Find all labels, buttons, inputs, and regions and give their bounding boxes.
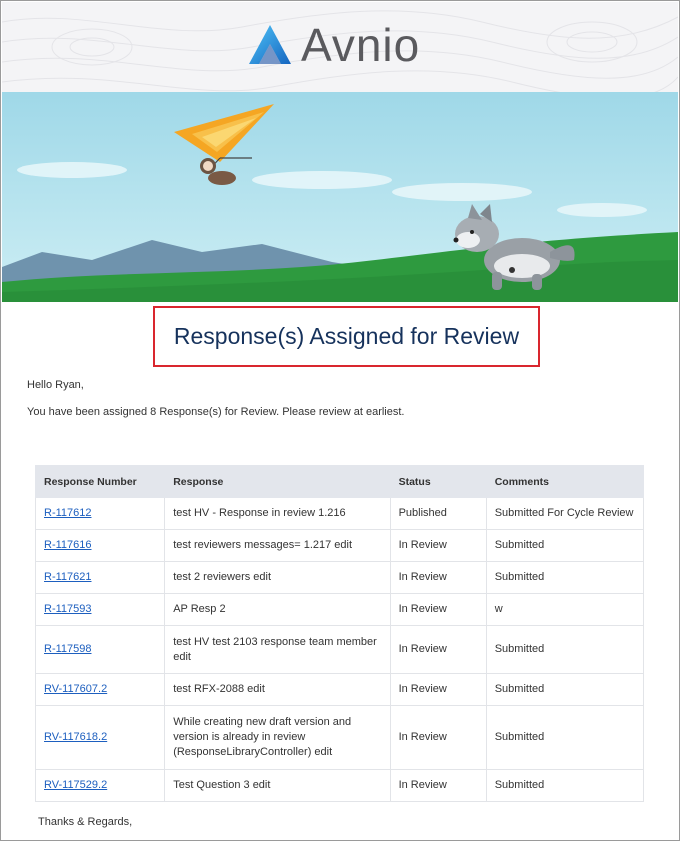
- header-status: Status: [389, 465, 487, 498]
- brand-name: Avnio: [301, 19, 421, 71]
- hero-illustration: [2, 92, 678, 302]
- response-cell: test RFX-2088 edit: [164, 673, 391, 706]
- status-cell: Published: [389, 497, 487, 530]
- status-cell: In Review: [389, 593, 487, 626]
- response-link[interactable]: R-117593: [44, 603, 92, 615]
- comments-cell: Submitted For Cycle Review: [485, 497, 645, 530]
- status-cell: In Review: [389, 769, 487, 802]
- email-frame: Avnio Response(s) Assigned for Review He…: [0, 0, 680, 841]
- title-highlight-box: Response(s) Assigned for Review: [153, 306, 540, 367]
- response-link[interactable]: R-117616: [44, 539, 92, 551]
- response-cell: test 2 reviewers edit: [164, 561, 391, 594]
- page-title: Response(s) Assigned for Review: [173, 323, 520, 349]
- avnio-logo: Avnio: [247, 19, 420, 71]
- responses-table: Response Number Response Status Comments…: [34, 465, 645, 802]
- response-number-cell: R-117598: [34, 625, 166, 674]
- response-cell: AP Resp 2: [164, 593, 391, 626]
- comments-cell: Submitted: [485, 625, 645, 674]
- comments-cell: Submitted: [485, 529, 645, 562]
- table-row: R-117621 test 2 reviewers edit In Review…: [34, 561, 645, 594]
- comments-cell: Submitted: [485, 705, 645, 770]
- response-number-cell: R-117612: [34, 497, 166, 530]
- response-number-cell: R-117621: [34, 561, 166, 594]
- status-cell: In Review: [389, 625, 487, 674]
- comments-cell: Submitted: [485, 673, 645, 706]
- header-response-number: Response Number: [34, 465, 166, 498]
- response-number-cell: RV-117529.2: [34, 769, 166, 802]
- response-link[interactable]: R-117621: [44, 571, 92, 583]
- assignment-message: You have been assigned 8 Response(s) for…: [27, 406, 405, 418]
- comments-cell: Submitted: [485, 769, 645, 802]
- status-cell: In Review: [389, 529, 487, 562]
- comments-cell: w: [485, 593, 645, 626]
- response-link[interactable]: R-117598: [44, 643, 92, 655]
- table-row: RV-117529.2 Test Question 3 edit In Revi…: [34, 769, 645, 802]
- table-row: R-117616 test reviewers messages= 1.217 …: [34, 529, 645, 562]
- status-cell: In Review: [389, 561, 487, 594]
- response-cell: While creating new draft version and ver…: [164, 705, 391, 770]
- table-row: R-117612 test HV - Response in review 1.…: [34, 497, 645, 530]
- comments-cell: Submitted: [485, 561, 645, 594]
- status-cell: In Review: [389, 705, 487, 770]
- response-number-cell: R-117593: [34, 593, 166, 626]
- status-cell: In Review: [389, 673, 487, 706]
- response-cell: test reviewers messages= 1.217 edit: [164, 529, 391, 562]
- header-comments: Comments: [485, 465, 645, 498]
- response-link[interactable]: RV-117607.2: [44, 683, 107, 695]
- header-response: Response: [164, 465, 391, 498]
- response-cell: test HV test 2103 response team member e…: [164, 625, 391, 674]
- greeting-text: Hello Ryan,: [27, 379, 84, 391]
- table-row: RV-117618.2 While creating new draft ver…: [34, 705, 645, 770]
- table-row: R-117593 AP Resp 2 In Review w: [34, 593, 645, 626]
- email-header: Avnio: [2, 2, 678, 92]
- avnio-logo-icon: [249, 25, 291, 64]
- response-number-cell: RV-117607.2: [34, 673, 166, 706]
- response-cell: Test Question 3 edit: [164, 769, 391, 802]
- response-cell: test HV - Response in review 1.216: [164, 497, 391, 530]
- response-link[interactable]: RV-117529.2: [44, 779, 107, 791]
- response-number-cell: RV-117618.2: [34, 705, 166, 770]
- response-link[interactable]: R-117612: [44, 507, 92, 519]
- table-header-row: Response Number Response Status Comments: [34, 465, 645, 498]
- response-link[interactable]: RV-117618.2: [44, 731, 107, 743]
- table-row: RV-117607.2 test RFX-2088 edit In Review…: [34, 673, 645, 706]
- closing-text: Thanks & Regards,: [38, 816, 133, 828]
- hero-banner: [2, 92, 678, 302]
- table-row: R-117598 test HV test 2103 response team…: [34, 625, 645, 674]
- response-number-cell: R-117616: [34, 529, 166, 562]
